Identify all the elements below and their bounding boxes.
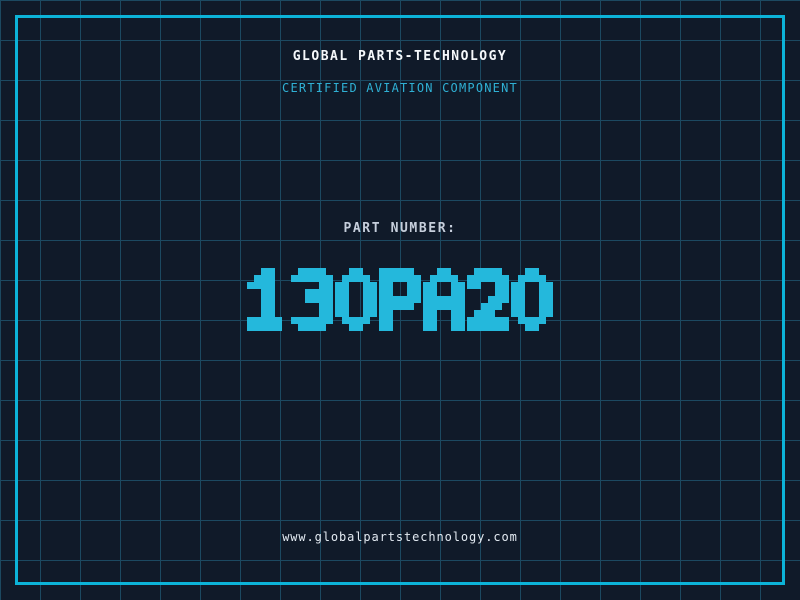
part-number-char xyxy=(335,268,377,331)
blueprint-canvas: GLOBAL PARTS-TECHNOLOGY CERTIFIED AVIATI… xyxy=(0,0,800,600)
part-number-char xyxy=(379,268,421,331)
part-number-char xyxy=(423,268,465,331)
website-url: www.globalpartstechnology.com xyxy=(282,530,518,544)
part-number-char xyxy=(291,268,333,331)
company-title: GLOBAL PARTS-TECHNOLOGY xyxy=(292,49,508,64)
certification-subtitle: CERTIFIED AVIATION COMPONENT xyxy=(282,81,518,95)
part-number-char xyxy=(511,268,553,331)
part-number-display xyxy=(0,268,800,331)
part-number-char xyxy=(247,268,289,331)
part-number-label: PART NUMBER: xyxy=(343,221,457,236)
part-number-char xyxy=(467,268,509,331)
